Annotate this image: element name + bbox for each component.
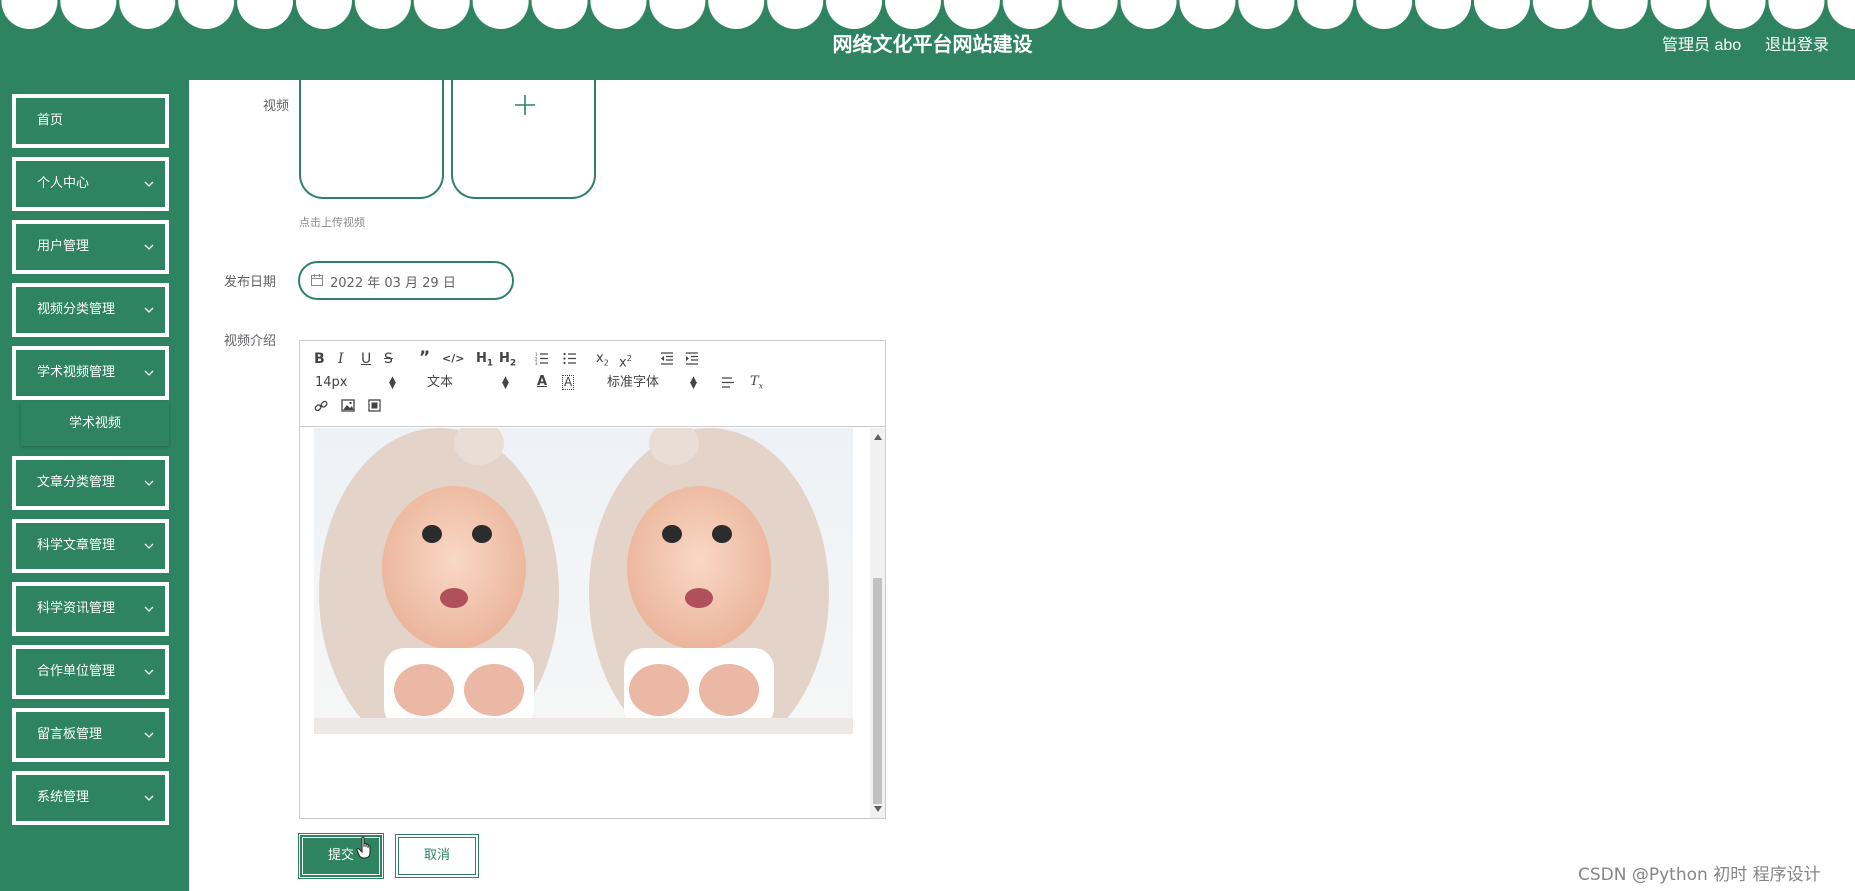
cancel-button[interactable]: 取消 (395, 834, 479, 878)
strikethrough-icon[interactable]: S (384, 350, 393, 368)
sidebar-item-science-news[interactable]: 科学资讯管理 (12, 582, 169, 636)
chevron-down-icon (144, 606, 154, 612)
editor-scrollbar[interactable] (870, 428, 885, 818)
scroll-down-arrow-icon[interactable] (874, 806, 882, 812)
calendar-icon (311, 274, 323, 286)
sidebar: 首页 个人中心 用户管理 视频分类管理 学术视频管理 学术视频 文章分类管理 科… (0, 80, 189, 891)
scroll-up-arrow-icon[interactable] (874, 434, 882, 440)
sidebar-item-label: 用户管理 (37, 239, 90, 254)
font-family-select[interactable]: 标准字体 ▲ ▼ (607, 374, 697, 392)
sidebar-item-label: 科学资讯管理 (37, 601, 116, 616)
plus-icon (515, 95, 535, 115)
align-icon[interactable] (721, 376, 735, 389)
submenu-item-academic-video[interactable]: 学术视频 (21, 402, 169, 446)
sidebar-item-label: 合作单位管理 (37, 664, 116, 679)
site-title: 网络文化平台网站建设 (832, 32, 1033, 56)
upload-tip: 点击上传视频 (299, 216, 365, 229)
superscript-icon[interactable]: x2 (619, 350, 632, 372)
chevron-down-icon (144, 543, 154, 549)
chevron-down-icon (144, 795, 154, 801)
sidebar-item-message-board[interactable]: 留言板管理 (12, 708, 169, 762)
text-type-select[interactable]: 文本 ▲ ▼ (427, 374, 509, 392)
chevron-down-icon (144, 307, 154, 313)
editor-toolbar: B I U S ” </> H1 H2 1 2 3 x2 x2 14px ▲ ▼… (300, 341, 885, 427)
rich-text-editor: B I U S ” </> H1 H2 1 2 3 x2 x2 14px ▲ ▼… (299, 340, 886, 819)
admin-user-label: 管理员 abo (1662, 37, 1742, 54)
font-size-value: 14px (315, 375, 348, 390)
heading-1-icon[interactable]: H1 (476, 350, 493, 373)
font-size-select[interactable]: 14px ▲ ▼ (315, 374, 396, 392)
video-label: 视频 (262, 99, 289, 114)
link-icon[interactable] (314, 399, 328, 413)
publish-date-value: 2022 年 03 月 29 日 (330, 276, 456, 291)
csdn-watermark: CSDN @Python 初时 程序设计 (1578, 865, 1821, 885)
sidebar-item-label: 留言板管理 (37, 727, 103, 742)
chevron-down-icon (144, 370, 154, 376)
hand-cursor-icon (356, 836, 371, 859)
blockquote-icon[interactable]: ” (419, 349, 430, 367)
font-color-icon[interactable]: A (537, 373, 547, 391)
chevron-down-icon (144, 181, 154, 187)
sidebar-item-user-management[interactable]: 用户管理 (12, 220, 169, 274)
italic-icon[interactable]: I (338, 350, 344, 368)
editor-content-area[interactable] (300, 428, 870, 818)
video-preview-box (299, 80, 444, 199)
publish-date-input[interactable]: 2022 年 03 月 29 日 (298, 261, 514, 300)
publish-date-label: 发布日期 (223, 275, 276, 290)
scallop-decoration (0, 0, 1855, 30)
code-block-icon[interactable]: </> (442, 350, 464, 368)
scroll-thumb[interactable] (873, 578, 882, 804)
sidebar-item-label: 系统管理 (37, 790, 90, 805)
subscript-icon[interactable]: x2 (596, 350, 609, 373)
sidebar-item-label: 学术视频管理 (37, 365, 116, 380)
font-family-value: 标准字体 (607, 375, 660, 390)
clear-format-icon[interactable]: Tx (750, 373, 763, 396)
submenu-item-label: 学术视频 (68, 416, 121, 431)
video-icon[interactable] (368, 399, 381, 412)
upload-video-button[interactable] (451, 80, 596, 199)
underline-icon[interactable]: U (361, 350, 371, 368)
image-icon[interactable] (341, 399, 355, 412)
main-content: 视频 点击上传视频 发布日期 2022 年 03 月 29 日 视频介绍 B I… (189, 80, 1855, 891)
select-arrows-icon: ▲ ▼ (389, 375, 396, 391)
heading-2-icon[interactable]: H2 (499, 350, 516, 373)
chevron-down-icon (144, 732, 154, 738)
sidebar-item-article-category[interactable]: 文章分类管理 (12, 456, 169, 510)
chevron-down-icon (144, 669, 154, 675)
ordered-list-icon[interactable]: 1 2 3 (535, 352, 549, 365)
sidebar-item-label: 视频分类管理 (37, 302, 116, 317)
text-type-value: 文本 (427, 375, 454, 390)
video-intro-label: 视频介绍 (223, 334, 276, 349)
sidebar-item-personal-center[interactable]: 个人中心 (12, 157, 169, 211)
sidebar-item-label: 科学文章管理 (37, 538, 116, 553)
sidebar-item-home[interactable]: 首页 (12, 94, 169, 148)
select-arrows-icon: ▲ ▼ (690, 375, 697, 391)
sidebar-item-science-article[interactable]: 科学文章管理 (12, 519, 169, 573)
outdent-icon[interactable] (660, 352, 674, 365)
indent-icon[interactable] (685, 352, 699, 365)
sidebar-item-academic-video[interactable]: 学术视频管理 (12, 346, 169, 400)
logout-link[interactable]: 退出登录 (1765, 31, 1829, 55)
chevron-down-icon (144, 244, 154, 250)
sidebar-item-label: 文章分类管理 (37, 475, 116, 490)
sidebar-item-video-category[interactable]: 视频分类管理 (12, 283, 169, 337)
bullet-list-icon[interactable] (563, 352, 577, 365)
bold-icon[interactable]: B (314, 350, 325, 368)
chevron-down-icon (144, 480, 154, 486)
background-color-icon[interactable]: A (562, 375, 575, 390)
svg-text:3: 3 (535, 361, 538, 365)
sidebar-item-partner[interactable]: 合作单位管理 (12, 645, 169, 699)
top-header: 网络文化平台网站建设 管理员 abo 退出登录 (0, 0, 1855, 80)
sidebar-item-label: 个人中心 (37, 176, 90, 191)
sidebar-item-system[interactable]: 系统管理 (12, 771, 169, 825)
two-babies-photo-icon (314, 428, 853, 734)
select-arrows-icon: ▲ ▼ (502, 375, 509, 391)
sidebar-item-label: 首页 (37, 113, 64, 128)
